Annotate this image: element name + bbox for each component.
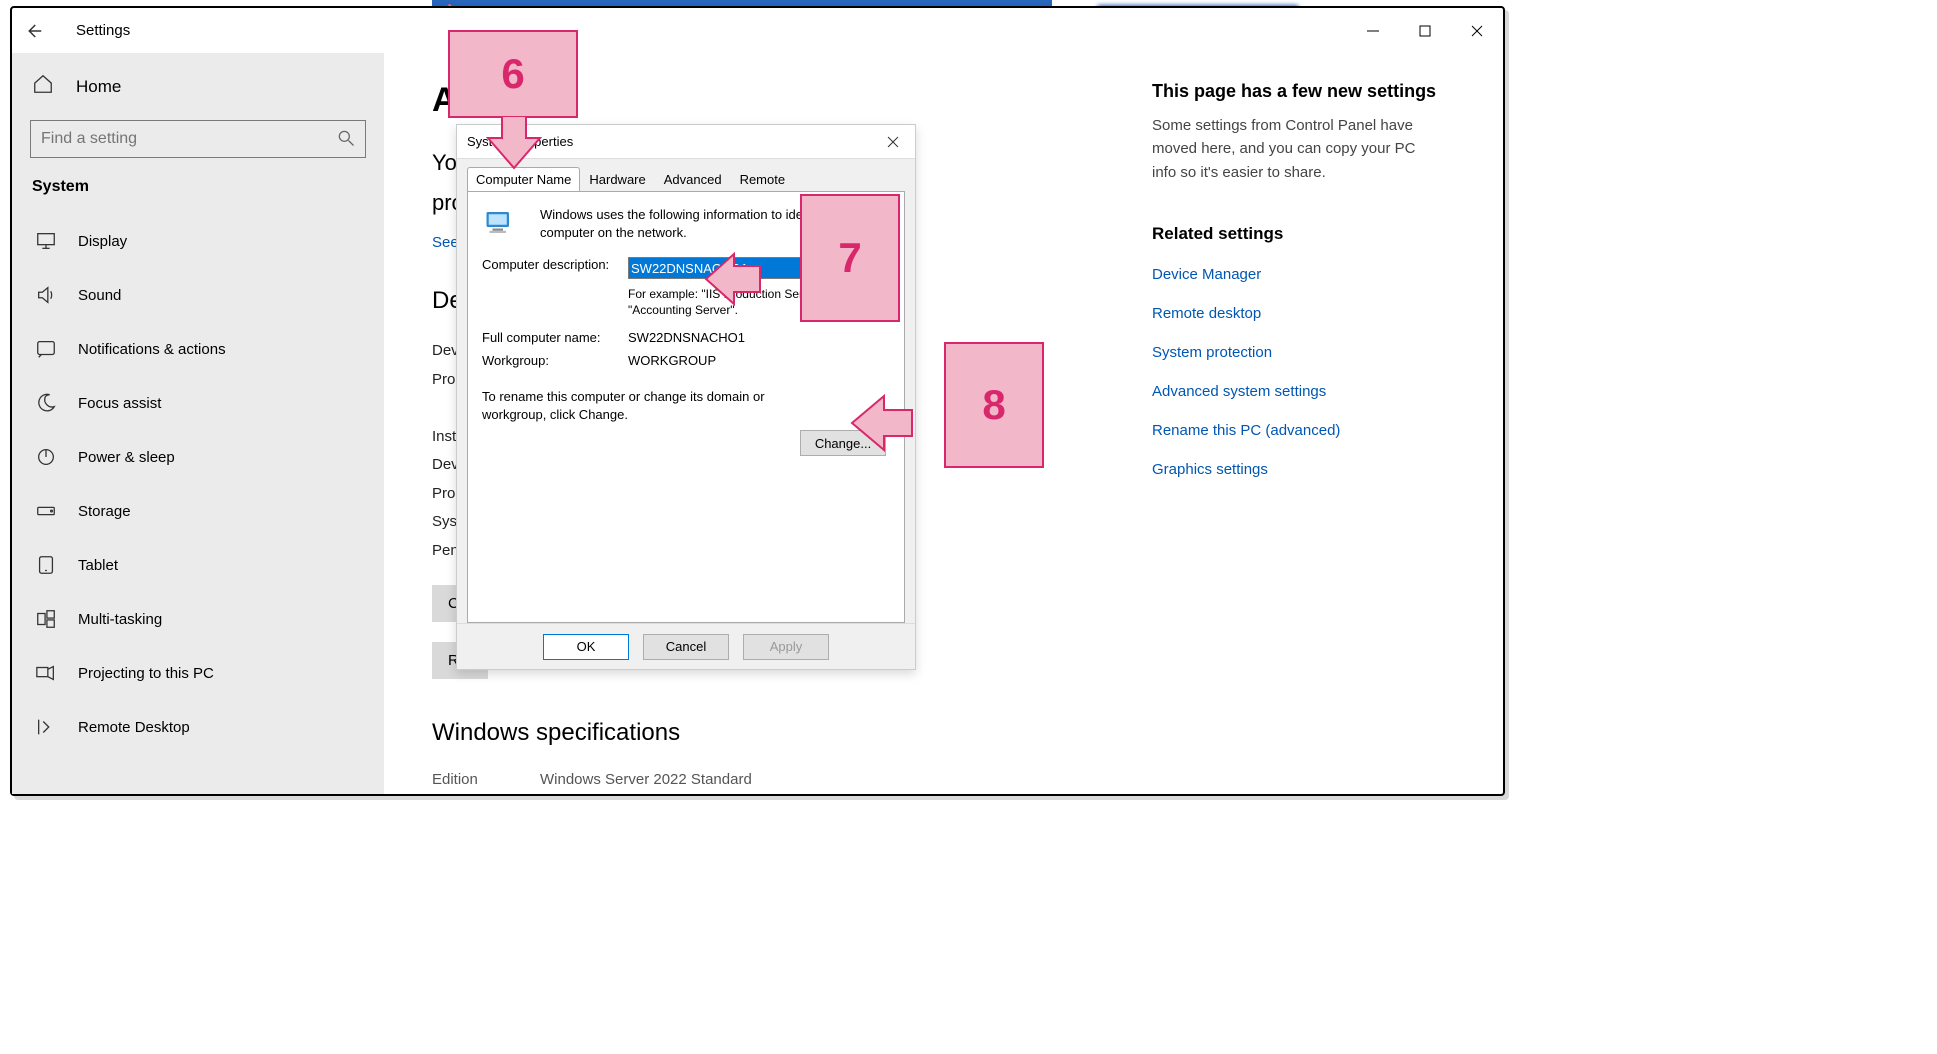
tab-remote[interactable]: Remote: [731, 167, 795, 192]
related-link-rename-this-pc-advanced-[interactable]: Rename this PC (advanced): [1152, 422, 1503, 439]
sidebar-item-label: Remote Desktop: [78, 719, 190, 736]
search-input[interactable]: [30, 120, 366, 158]
change-button[interactable]: Change...: [800, 430, 886, 456]
related-link-remote-desktop[interactable]: Remote desktop: [1152, 305, 1503, 322]
sidebar-home-label: Home: [76, 77, 121, 97]
sidebar-item-label: Projecting to this PC: [78, 665, 214, 682]
maximize-button[interactable]: [1399, 8, 1451, 53]
workgroup-label: Workgroup:: [482, 353, 624, 368]
tab-computer-name[interactable]: Computer Name: [467, 167, 580, 192]
spec-key: Edition: [432, 771, 540, 788]
sidebar-item-projecting-to-this-pc[interactable]: Projecting to this PC: [12, 646, 384, 700]
sidebar-item-focus-assist[interactable]: Focus assist: [12, 376, 384, 430]
computer-description-hint: For example: "IIS Production Server" or …: [628, 287, 890, 318]
close-button[interactable]: [1451, 8, 1503, 53]
cancel-button[interactable]: Cancel: [643, 634, 729, 660]
notifications-icon: [34, 337, 58, 361]
sidebar: Home System Display Sound Notifications & …: [12, 53, 384, 794]
change-instructions: To rename this computer or change its do…: [482, 388, 782, 423]
right-pane: This page has a few new settings Some se…: [1152, 81, 1503, 794]
tab-hardware[interactable]: Hardware: [580, 167, 654, 192]
related-link-advanced-system-settings[interactable]: Advanced system settings: [1152, 383, 1503, 400]
minimize-button[interactable]: [1347, 8, 1399, 53]
sidebar-item-display[interactable]: Display: [12, 214, 384, 268]
back-arrow-icon: [24, 22, 42, 40]
sidebar-item-label: Storage: [78, 503, 131, 520]
sidebar-home[interactable]: Home: [12, 59, 384, 120]
workgroup-value: WORKGROUP: [628, 353, 890, 368]
remote-icon: [34, 715, 58, 739]
sidebar-item-remote-desktop[interactable]: Remote Desktop: [12, 700, 384, 754]
related-link-graphics-settings[interactable]: Graphics settings: [1152, 461, 1503, 478]
dialog-close-button[interactable]: [881, 130, 905, 154]
sidebar-item-label: Power & sleep: [78, 449, 175, 466]
sidebar-item-label: Notifications & actions: [78, 341, 226, 358]
power-icon: [34, 445, 58, 469]
system-properties-dialog: System Properties Computer NameHardwareA…: [456, 124, 916, 670]
spec-value: Windows Server 2022 Standard: [540, 771, 1152, 788]
dialog-title: System Properties: [467, 134, 573, 149]
sidebar-item-notifications-actions[interactable]: Notifications & actions: [12, 322, 384, 376]
related-link-system-protection[interactable]: System protection: [1152, 344, 1503, 361]
apply-button[interactable]: Apply: [743, 634, 829, 660]
focus-icon: [34, 391, 58, 415]
sidebar-section-label: System: [12, 178, 384, 214]
sidebar-item-label: Display: [78, 233, 127, 250]
sidebar-item-multi-tasking[interactable]: Multi-tasking: [12, 592, 384, 646]
sidebar-item-power-sleep[interactable]: Power & sleep: [12, 430, 384, 484]
sidebar-item-tablet[interactable]: Tablet: [12, 538, 384, 592]
page-heading: About: [432, 81, 1152, 120]
storage-icon: [34, 499, 58, 523]
dialog-intro: Windows uses the following information t…: [540, 206, 890, 241]
right-title: This page has a few new settings: [1152, 81, 1503, 102]
back-button[interactable]: [12, 10, 54, 52]
tab-advanced[interactable]: Advanced: [655, 167, 731, 192]
multitask-icon: [34, 607, 58, 631]
sidebar-item-storage[interactable]: Storage: [12, 484, 384, 538]
windows-spec-heading: Windows specifications: [432, 719, 1152, 747]
search-icon: [336, 128, 356, 152]
ok-button[interactable]: OK: [543, 634, 629, 660]
computer-description-input[interactable]: [628, 257, 890, 279]
display-icon: [34, 229, 58, 253]
full-computer-name-value: SW22DNSNACHO1: [628, 330, 890, 345]
sidebar-item-label: Tablet: [78, 557, 118, 574]
related-settings-heading: Related settings: [1152, 224, 1503, 244]
window-title: Settings: [76, 22, 130, 39]
related-link-device-manager[interactable]: Device Manager: [1152, 266, 1503, 283]
sidebar-item-label: Multi-tasking: [78, 611, 162, 628]
sidebar-item-label: Sound: [78, 287, 121, 304]
computer-description-label: Computer description:: [482, 257, 624, 272]
sidebar-item-label: Focus assist: [78, 395, 161, 412]
sound-icon: [34, 283, 58, 307]
computer-icon: [482, 206, 518, 242]
sidebar-item-sound[interactable]: Sound: [12, 268, 384, 322]
project-icon: [34, 661, 58, 685]
titlebar: Settings: [12, 8, 1503, 53]
tablet-icon: [34, 553, 58, 577]
full-computer-name-label: Full computer name:: [482, 330, 624, 345]
home-icon: [32, 73, 54, 100]
right-description: Some settings from Control Panel have mo…: [1152, 114, 1442, 184]
